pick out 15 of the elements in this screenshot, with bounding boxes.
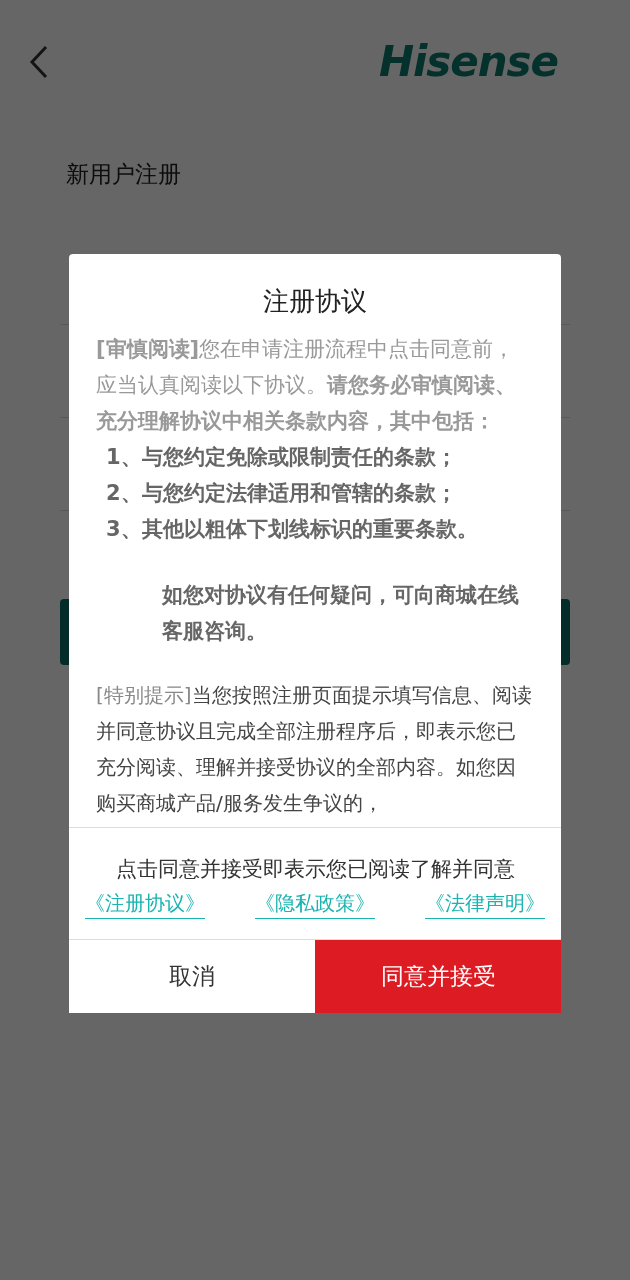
note-paragraph: 如您对协议有任何疑问，可向商城在线客服咨询。 [162,582,520,645]
notice-paragraph: [特别提示]当您按照注册页面提示填写信息、阅读并同意协议且完成全部注册程序后，即表示您已充分阅读、理解并接受协议的全部内容。如您因购买商城产品/服务发生争议的， [96,682,533,817]
page-title: 新用户注册 [65,160,182,189]
intro-paragraph: [审慎阅读]您在申请注册流程中点击同意前，应当认真阅读以下协议。请您务必审慎阅读、充分理解协议中相关条款内容，其中包括： [96,336,517,435]
clause-item: 1、与您约定免除或限制责任的条款； [105,444,458,471]
accept-button[interactable]: 同意并接受 [315,939,561,1013]
agreement-link[interactable]: 《注册协议》 [85,887,205,919]
back-icon[interactable] [28,43,50,80]
agreement-link[interactable]: 《法律声明》 [425,887,545,919]
dialog-title: 注册协议 [262,285,368,318]
clause-item: 2、与您约定法律适用和管辖的条款； [105,480,458,507]
consent-text: 点击同意并接受即表示您已阅读了解并同意 [115,856,515,883]
logo: Hisense [378,36,558,88]
clause-item: 3、其他以粗体下划线标识的重要条款。 [105,516,479,543]
agreement-link[interactable]: 《隐私政策》 [255,887,375,919]
